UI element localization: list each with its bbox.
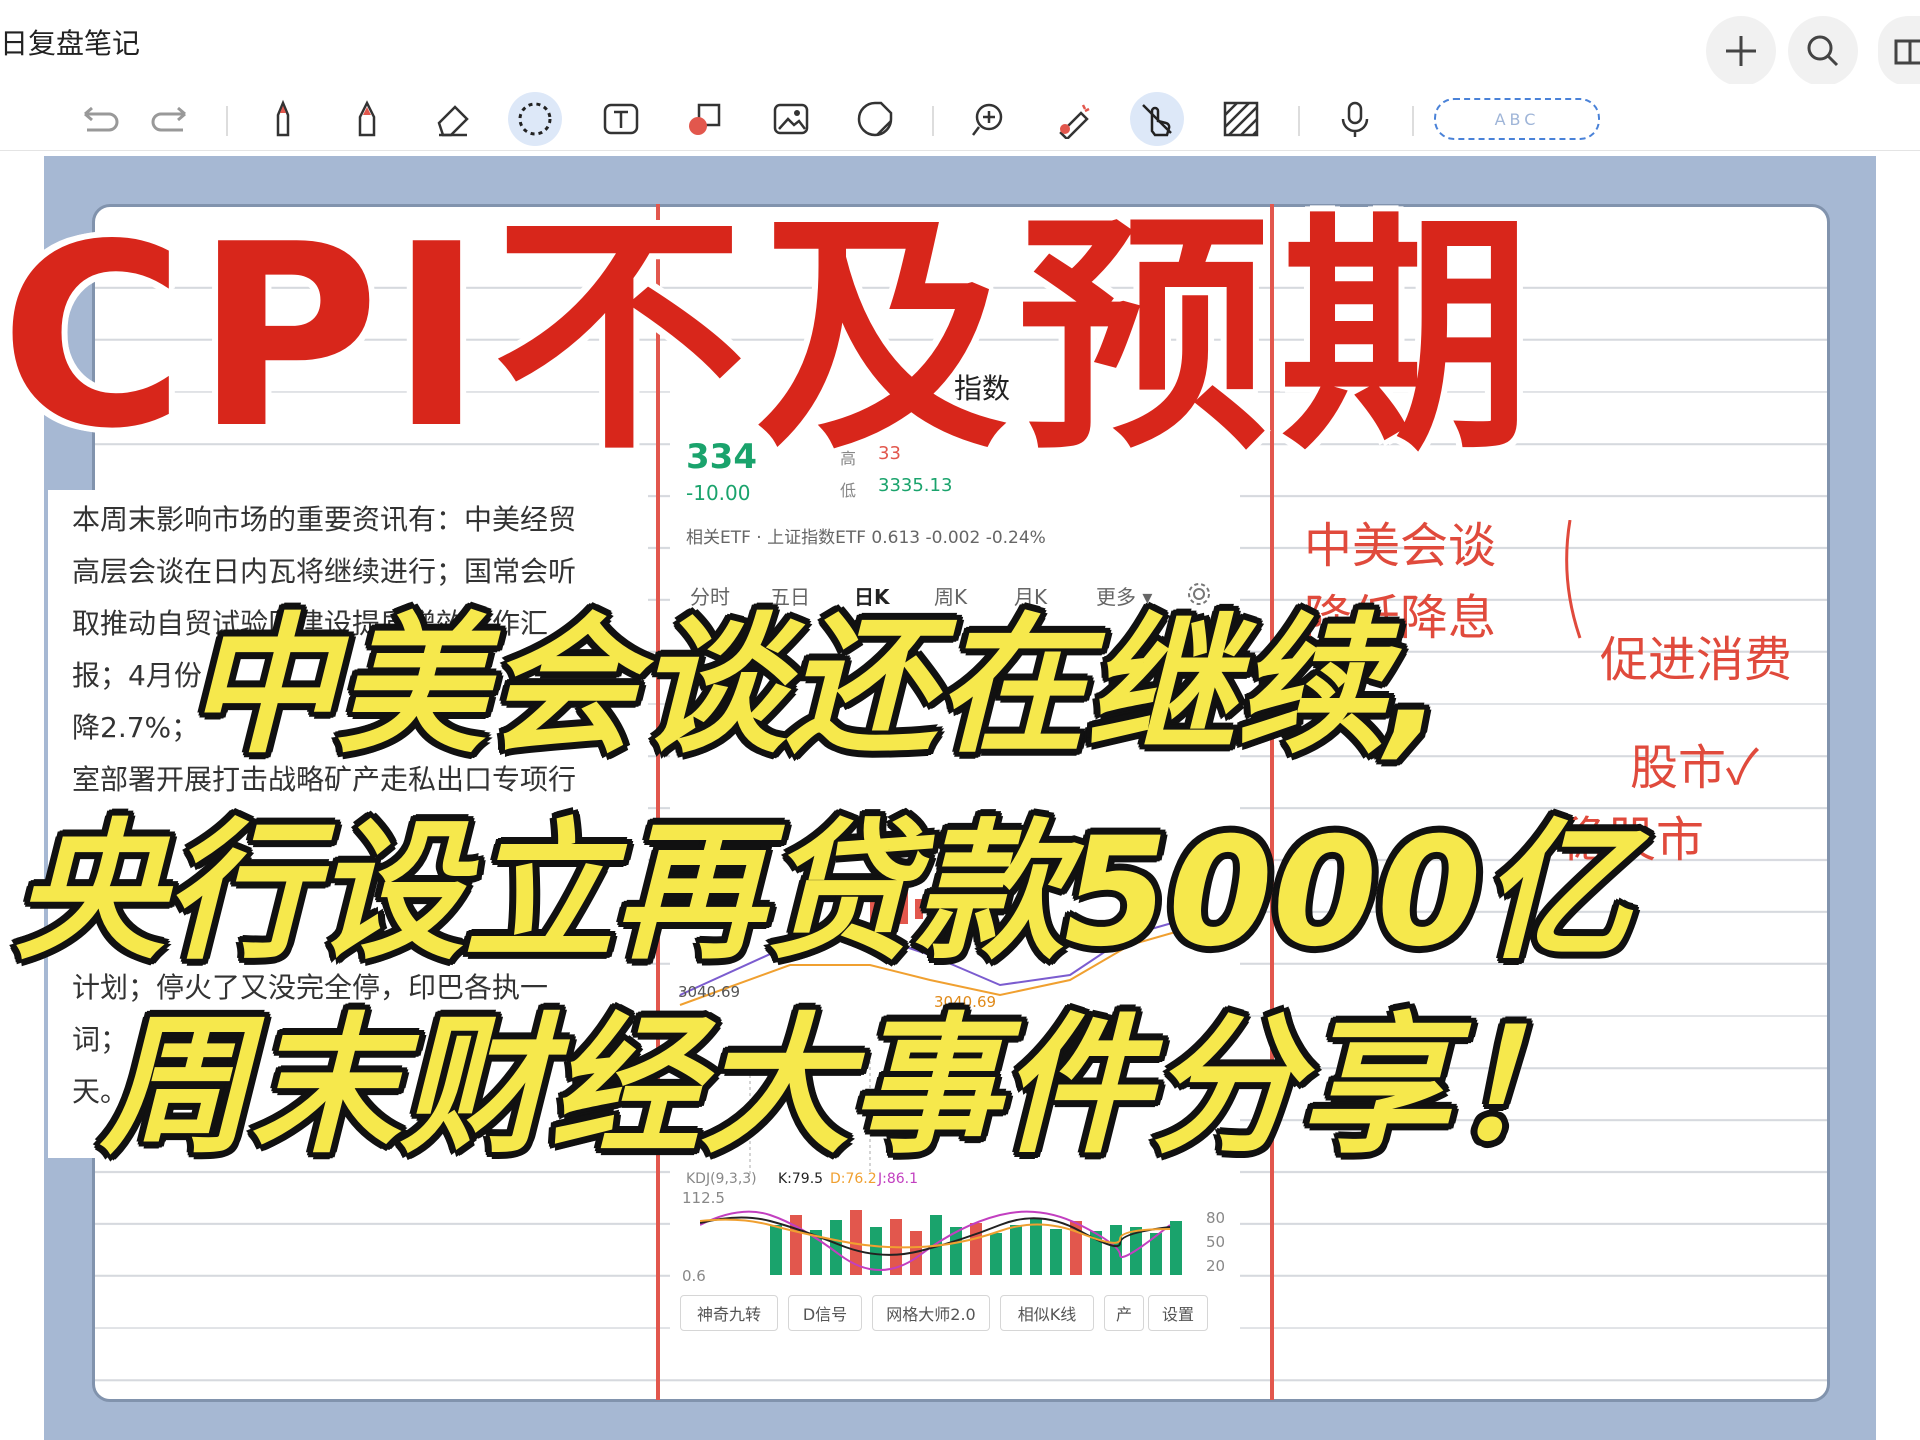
text-box-icon — [603, 103, 639, 135]
handwriting-note[interactable]: 中美会谈 — [1304, 506, 1496, 576]
sticker-icon — [857, 101, 893, 137]
toolbar-divider — [932, 106, 934, 136]
laser-pointer-icon — [1059, 104, 1090, 139]
text-line: 本周末影响市场的重要资讯有：中美经贸 — [72, 503, 577, 536]
undo-icon — [84, 106, 119, 132]
title-bar: 日复盘笔记 — [0, 0, 1920, 86]
price-change: -10.00 — [686, 481, 751, 505]
lasso-icon — [518, 102, 552, 136]
headline-overlay: CPI不及预期 — [0, 191, 1542, 484]
panel-icon — [1894, 39, 1920, 65]
chip-settings[interactable]: 设置 — [1148, 1295, 1208, 1331]
toolbar-divider — [1412, 106, 1414, 136]
texture-tool[interactable] — [1214, 92, 1268, 146]
text-line: 降2.7%； — [72, 711, 200, 744]
overlay-line-2: 央行设立再贷款5000亿 — [14, 806, 1632, 980]
lasso-tool[interactable] — [508, 92, 562, 146]
highlighter-icon — [358, 100, 376, 137]
undo-button[interactable] — [72, 92, 126, 146]
chip-grid-master[interactable]: 网格大师2.0 — [872, 1295, 990, 1331]
pen-icon — [276, 99, 290, 137]
search-icon — [1807, 35, 1839, 67]
image-icon — [773, 103, 809, 135]
layout-button[interactable] — [1878, 16, 1920, 86]
kdj-lines — [700, 1210, 1171, 1271]
handwriting-note[interactable]: 股市✓ — [1630, 728, 1759, 798]
handwriting-note[interactable]: 促进消费 — [1600, 620, 1792, 690]
overlay-line-3: 周末财经大事件分享！ — [100, 1000, 1601, 1174]
drawing-toolbar — [0, 84, 1920, 151]
chip-d-signal[interactable]: D信号 — [788, 1295, 862, 1331]
eraser-tool[interactable] — [426, 92, 480, 146]
toolbar-divider — [226, 106, 228, 136]
price-marker: 3040.69 — [678, 983, 741, 1001]
text-line: 报；4月份 — [72, 659, 202, 692]
microphone-tool[interactable] — [1328, 92, 1382, 146]
eraser-icon — [437, 105, 469, 137]
shapes-icon — [689, 103, 721, 135]
highlighter-tool[interactable] — [340, 92, 394, 146]
text-box-tool[interactable] — [594, 92, 648, 146]
kdj-level: 20 — [1206, 1257, 1226, 1275]
text-line: 高层会谈在日内瓦将继续进行；国常会听 — [72, 555, 577, 588]
related-etf[interactable]: 相关ETF · 上证指数ETF 0.613 -0.002 -0.24% — [686, 523, 1046, 548]
search-button[interactable] — [1788, 16, 1858, 86]
texture-icon — [1223, 101, 1259, 137]
image-tool[interactable] — [764, 92, 818, 146]
microphone-icon — [1341, 101, 1369, 137]
plus-icon — [1726, 36, 1756, 66]
redo-button[interactable] — [144, 92, 198, 146]
laser-pointer-tool[interactable] — [1046, 92, 1100, 146]
add-button[interactable] — [1706, 16, 1776, 86]
handwriting-bracket — [1565, 520, 1582, 639]
text-recognition-field[interactable]: ABC — [1434, 98, 1600, 140]
sticker-tool[interactable] — [848, 92, 902, 146]
note-title[interactable]: 日复盘笔记 — [0, 22, 140, 62]
kdj-level: 50 — [1206, 1233, 1226, 1251]
chip-product[interactable]: 产 — [1104, 1295, 1144, 1331]
toolbar-divider — [1298, 106, 1300, 136]
touch-draw-tool[interactable] — [1130, 92, 1184, 146]
zoom-icon — [972, 103, 1003, 136]
shapes-tool[interactable] — [678, 92, 732, 146]
chip-similar-k[interactable]: 相似K线 — [1000, 1295, 1094, 1331]
chip-magic-nine[interactable]: 神奇九转 — [680, 1295, 778, 1331]
redo-icon — [151, 106, 186, 132]
zoom-tool[interactable] — [962, 92, 1016, 146]
kdj-level: 80 — [1206, 1209, 1226, 1227]
pen-tool[interactable] — [256, 92, 310, 146]
touch-draw-icon — [1142, 104, 1172, 137]
overlay-line-1: 中美会谈还在继续, — [186, 600, 1443, 774]
